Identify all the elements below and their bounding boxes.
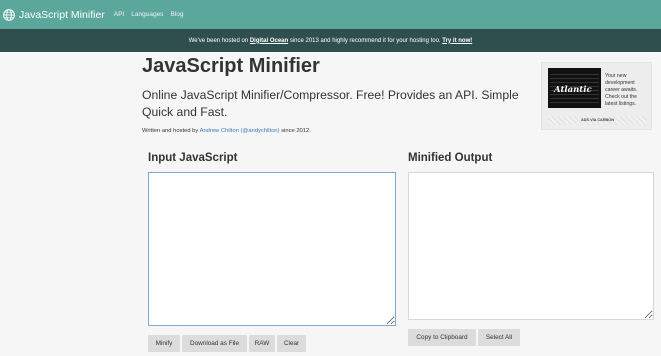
page-title: JavaScript Minifier: [142, 55, 320, 77]
author-link[interactable]: Andrew Chilton (@andychilton): [200, 128, 280, 134]
navbar: JavaScript Minifier API Languages Blog: [0, 0, 661, 29]
globe-icon: [3, 8, 15, 21]
nav-link-api[interactable]: API: [114, 11, 124, 18]
ad-image-logo: Atlantic: [554, 85, 592, 95]
ad-image[interactable]: Atlantic: [548, 68, 601, 108]
ad-text[interactable]: Your new development career awaits. Chec…: [605, 73, 649, 108]
clear-button[interactable]: Clear: [277, 335, 306, 352]
hosting-banner: We've been hosted on Digital Ocean since…: [0, 29, 661, 52]
nav-link-blog[interactable]: Blog: [170, 11, 183, 18]
input-heading: Input JavaScript: [148, 152, 238, 164]
ads-via-carbon-link[interactable]: ADS VIA CARBON: [548, 116, 647, 125]
download-as-file-button[interactable]: Download as File: [182, 335, 247, 352]
input-javascript-textarea[interactable]: [148, 172, 396, 326]
page-subtitle: Online JavaScript Minifier/Compressor. F…: [142, 88, 519, 119]
banner-text-before: We've been hosted on: [188, 37, 250, 44]
digital-ocean-link[interactable]: Digital Ocean: [250, 38, 288, 44]
credit-text-before: Written and hosted by: [142, 128, 200, 134]
carbon-ad[interactable]: Atlantic Your new development career awa…: [541, 62, 652, 130]
minify-button[interactable]: Minify: [148, 335, 180, 352]
credit-text-after: since 2012.: [279, 128, 311, 134]
output-heading: Minified Output: [408, 152, 493, 164]
try-it-now-link[interactable]: Try it now!: [442, 38, 472, 44]
copy-to-clipboard-button[interactable]: Copy to Clipboard: [408, 329, 476, 346]
author-credit: Written and hosted by Andrew Chilton (@a…: [142, 128, 311, 134]
minified-output-textarea[interactable]: [408, 172, 654, 320]
banner-text-middle: since 2013 and highly recommend it for y…: [288, 37, 443, 44]
raw-button[interactable]: RAW: [249, 335, 275, 352]
nav-link-languages[interactable]: Languages: [131, 11, 163, 18]
select-all-button[interactable]: Select All: [478, 329, 520, 346]
brand-link[interactable]: JavaScript Minifier: [3, 9, 105, 21]
brand-name: JavaScript Minifier: [19, 8, 105, 21]
